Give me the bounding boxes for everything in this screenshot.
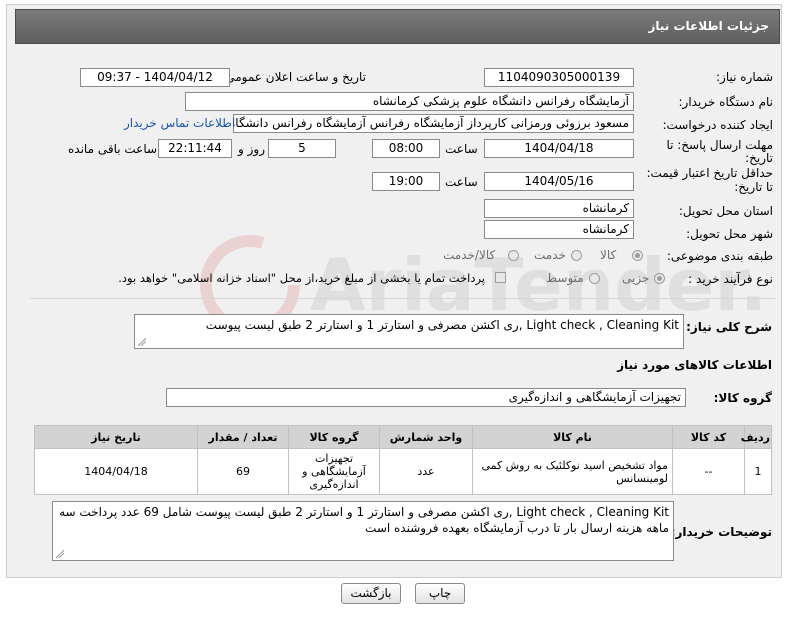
category-option-goods: کالا — [600, 248, 617, 262]
cell-date: 1404/04/18 — [34, 448, 198, 495]
payment-note: پرداخت تمام یا بخشی از مبلغ خرید،از محل … — [118, 271, 485, 285]
contact-info-link[interactable]: اطلاعات تماس خریدار — [124, 116, 235, 130]
process-radio-minor[interactable] — [654, 273, 665, 284]
cell-row: 1 — [744, 448, 772, 495]
col-header-date: تاریخ نیاز — [34, 425, 198, 449]
buyer-org-field: آزمایشگاه رفرانس دانشگاه علوم پزشکی کرما… — [185, 92, 634, 111]
goods-group-label: گروه کالا: — [713, 391, 772, 405]
city-field: کرمانشاه — [484, 220, 634, 239]
col-header-row: ردیف — [741, 425, 772, 449]
category-radio-both[interactable] — [508, 250, 519, 261]
back-button[interactable]: بازگشت — [341, 583, 401, 604]
items-table: ردیف کد کالا نام کالا واحد شمارش گروه کا… — [34, 425, 772, 495]
print-button[interactable]: چاپ — [415, 583, 465, 604]
resize-grip-icon[interactable] — [138, 338, 146, 346]
need-number-label: شماره نیاز: — [716, 70, 773, 84]
process-option-medium: متوسط — [546, 271, 584, 285]
col-header-group: گروه کالا — [288, 425, 380, 449]
category-option-both: کالا/خدمت — [443, 248, 496, 262]
category-radio-goods[interactable] — [632, 250, 643, 261]
process-label: نوع فرآیند خرید : — [688, 272, 773, 286]
goods-group-field: تجهیزات آزمایشگاهی و اندازه‌گیری — [166, 388, 686, 407]
process-option-minor: جزیی — [622, 271, 650, 285]
remaining-time-field: 22:11:44 — [158, 139, 232, 158]
price-validity-label-2: تا تاریخ: — [734, 180, 773, 194]
process-radio-medium[interactable] — [589, 273, 600, 284]
goods-section-title: اطلاعات کالاهای مورد نیاز — [617, 358, 772, 372]
province-field: کرمانشاه — [484, 199, 634, 218]
table-row: 1 -- مواد تشخیص اسید نوکلئیک به روش کمی … — [34, 448, 772, 495]
page-header: جزئیات اطلاعات نیاز — [15, 9, 780, 44]
province-label: استان محل تحویل: — [678, 204, 773, 218]
reply-date-field: 1404/04/18 — [484, 139, 634, 158]
cell-name: مواد تشخیص اسید نوکلئیک به روش کمی لومین… — [472, 448, 673, 495]
requester-field: مسعود برزوئی ورمزانی کارپرداز آزمایشگاه … — [233, 114, 634, 133]
validity-time-label: ساعت — [445, 175, 478, 189]
days-count-field: 5 — [268, 139, 336, 158]
cell-code: -- — [672, 448, 745, 495]
announce-field: 1404/04/12 - 09:37 — [80, 68, 230, 87]
buyer-notes-label: توضیحات خریدار: — [670, 525, 772, 539]
need-number-field: 1104090305000139 — [484, 68, 634, 87]
remaining-label: ساعت باقی مانده — [68, 142, 158, 156]
reply-deadline-label: مهلت ارسال پاسخ: تا — [666, 138, 773, 152]
col-header-unit: واحد شمارش — [379, 425, 473, 449]
validity-time-field: 19:00 — [372, 172, 440, 191]
days-label: روز و — [238, 142, 265, 156]
cell-qty: 69 — [197, 448, 289, 495]
resize-grip-icon[interactable] — [56, 550, 64, 558]
description-label: شرح کلی نیاز: — [686, 320, 772, 334]
col-header-code: کد کالا — [672, 425, 745, 449]
buyer-org-label: نام دستگاه خریدار: — [678, 95, 774, 109]
description-textarea[interactable]: Light check , Cleaning Kit ,ری اکشن مصرف… — [134, 314, 684, 349]
cell-unit: عدد — [379, 448, 473, 495]
validity-date-field: 1404/05/16 — [484, 172, 634, 191]
city-label: شهر محل تحویل: — [686, 227, 773, 241]
price-validity-label: حداقل تاریخ اعتبار قیمت: — [646, 166, 773, 180]
treasury-payment-checkbox[interactable] — [495, 272, 506, 283]
divider — [30, 298, 775, 299]
category-option-service: خدمت — [534, 248, 566, 262]
cell-group: تجهیزات آزمایشگاهی و اندازه‌گیری — [288, 448, 380, 495]
reply-deadline-label-2: تاریخ: — [745, 151, 773, 165]
category-label: طبقه بندی موضوعی: — [666, 249, 773, 263]
col-header-qty: تعداد / مقدار — [197, 425, 289, 449]
reply-time-label: ساعت — [445, 142, 478, 156]
reply-time-field: 08:00 — [372, 139, 440, 158]
description-text: Light check , Cleaning Kit ,ری اکشن مصرف… — [205, 318, 679, 332]
col-header-name: نام کالا — [472, 425, 673, 449]
buyer-notes-textarea[interactable]: Light check , Cleaning Kit ,ری اکشن مصرف… — [52, 501, 674, 561]
table-header-row: ردیف کد کالا نام کالا واحد شمارش گروه کا… — [34, 425, 772, 449]
category-radio-service[interactable] — [571, 250, 582, 261]
buyer-notes-text: Light check , Cleaning Kit ,ری اکشن مصرف… — [59, 505, 669, 535]
requester-label: ایجاد کننده درخواست: — [662, 118, 773, 132]
announce-label: تاریخ و ساعت اعلان عمومی: — [221, 70, 366, 84]
